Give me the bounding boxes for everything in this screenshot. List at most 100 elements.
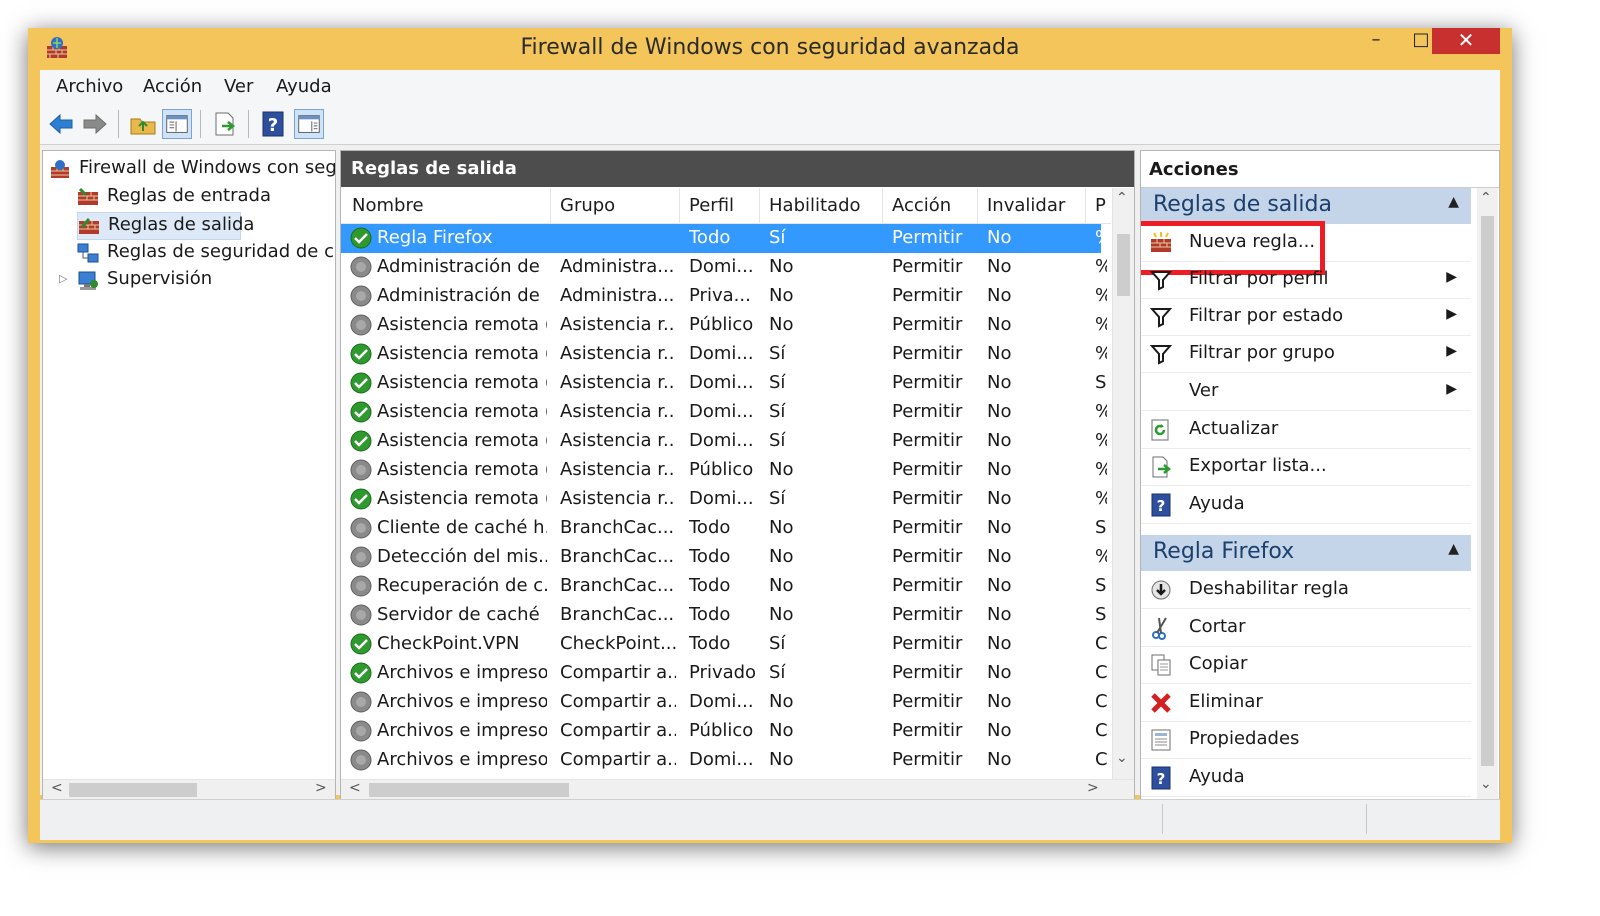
- section-header-reglas-salida[interactable]: Reglas de salida ▲: [1141, 188, 1471, 224]
- action-filtrar-estado[interactable]: Filtrar por estado ▶: [1141, 298, 1471, 336]
- cell-invalidar: No: [987, 343, 1012, 364]
- minimize-button[interactable]: –: [1354, 28, 1398, 54]
- action-ayuda-regla[interactable]: ? Ayuda: [1141, 759, 1471, 797]
- action-label: Filtrar por perfil: [1189, 268, 1329, 289]
- table-row[interactable]: Administración de ... Administra... Domi..…: [341, 253, 1107, 282]
- up-folder-icon[interactable]: [128, 109, 158, 139]
- action-cortar[interactable]: Cortar: [1141, 609, 1471, 647]
- column-divider[interactable]: [977, 188, 978, 223]
- tree-item-reglas-salida[interactable]: Reglas de salida: [77, 212, 254, 240]
- menu-ayuda[interactable]: Ayuda: [276, 76, 332, 97]
- expand-arrow-icon[interactable]: ▷: [59, 272, 67, 285]
- table-row[interactable]: CheckPoint.VPN CheckPoint... Todo Sí Permiti…: [341, 630, 1107, 659]
- title-bar[interactable]: Firewall de Windows con seguridad avanza…: [28, 28, 1512, 70]
- scroll-thumb[interactable]: [1117, 234, 1130, 296]
- menu-archivo[interactable]: Archivo: [56, 76, 123, 97]
- help-icon[interactable]: ?: [258, 109, 288, 139]
- section-header-regla-firefox[interactable]: Regla Firefox ▲: [1141, 535, 1471, 571]
- table-row[interactable]: Asistencia remota (... Asistencia r... Dom…: [341, 427, 1107, 456]
- action-copiar[interactable]: Copiar: [1141, 646, 1471, 684]
- scroll-down-icon[interactable]: ⌄: [1116, 750, 1128, 766]
- column-header-grupo[interactable]: Grupo: [560, 195, 615, 216]
- collapse-caret-icon[interactable]: ▲: [1448, 541, 1459, 557]
- table-row[interactable]: Archivos e impreso... Compartir a... Domi.…: [341, 688, 1107, 717]
- column-header-perfil[interactable]: Perfil: [689, 195, 734, 216]
- table-row[interactable]: Asistencia remota (... Asistencia r... Púb…: [341, 311, 1107, 340]
- show-hide-console-tree-icon[interactable]: [162, 109, 192, 139]
- column-header-habilitado[interactable]: Habilitado: [769, 195, 861, 216]
- table-row[interactable]: Asistencia remota (... Asistencia r... Púb…: [341, 456, 1107, 485]
- table-row[interactable]: Administración de ... Administra... Priva.…: [341, 282, 1107, 311]
- action-eliminar[interactable]: Eliminar: [1141, 684, 1471, 722]
- table-row[interactable]: Archivos e impreso... Compartir a... Domi.…: [341, 746, 1107, 775]
- column-divider[interactable]: [1085, 188, 1086, 223]
- column-header-p[interactable]: P: [1095, 195, 1106, 216]
- tree-item-reglas-seguridad[interactable]: Reglas de seguridad de con: [77, 240, 336, 266]
- tree-horizontal-scrollbar[interactable]: < >: [43, 779, 335, 799]
- table-row[interactable]: Asistencia remota (... Asistencia r... Dom…: [341, 398, 1107, 427]
- cell-grupo: Compartir a...: [560, 662, 676, 683]
- scroll-left-icon[interactable]: <: [51, 780, 63, 796]
- tree-label: Reglas de seguridad de con: [107, 241, 336, 262]
- tree-root-firewall[interactable]: Firewall de Windows con segur: [49, 156, 335, 182]
- column-divider[interactable]: [679, 188, 680, 223]
- scroll-up-icon[interactable]: ⌃: [1480, 190, 1492, 206]
- action-filtrar-perfil[interactable]: Filtrar por perfil ▶: [1141, 261, 1471, 299]
- column-divider[interactable]: [550, 188, 551, 223]
- action-filtrar-grupo[interactable]: Filtrar por grupo ▶: [1141, 335, 1471, 373]
- rules-vertical-scrollbar[interactable]: ⌃ ⌄: [1112, 188, 1134, 779]
- cell-perfil: Domi...: [689, 691, 754, 712]
- cell-habilitado: No: [769, 459, 794, 480]
- scroll-up-icon[interactable]: ⌃: [1116, 190, 1128, 206]
- table-row[interactable]: Recuperación de c... BranchCac... Todo No Pe…: [341, 572, 1106, 601]
- table-row[interactable]: Detección del mis... BranchCac... Todo No Pe…: [341, 543, 1107, 572]
- scroll-thumb[interactable]: [69, 783, 197, 797]
- scroll-left-icon[interactable]: <: [349, 780, 361, 796]
- table-row[interactable]: Servidor de caché ... BranchCac... Todo No P…: [341, 601, 1106, 630]
- scroll-right-icon[interactable]: >: [315, 780, 327, 796]
- action-nueva-regla[interactable]: Nueva regla...: [1141, 221, 1471, 275]
- cell-p: S: [1095, 372, 1107, 393]
- action-actualizar[interactable]: Actualizar: [1141, 411, 1471, 449]
- forward-arrow-icon[interactable]: [80, 109, 110, 139]
- scroll-thumb[interactable]: [1481, 216, 1494, 766]
- show-hide-action-pane-icon[interactable]: [294, 109, 324, 139]
- tree-item-reglas-entrada[interactable]: Reglas de entrada: [77, 184, 277, 210]
- table-row[interactable]: Cliente de caché h... BranchCac... Todo No P…: [341, 514, 1106, 543]
- menu-accion[interactable]: Acción: [143, 76, 202, 97]
- submenu-arrow-icon: ▶: [1446, 306, 1457, 322]
- actions-vertical-scrollbar[interactable]: ⌃ ⌄: [1477, 188, 1498, 799]
- action-exportar-lista[interactable]: Exportar lista...: [1141, 448, 1471, 486]
- table-row[interactable]: Asistencia remota (... Asistencia r... Dom…: [341, 340, 1107, 369]
- column-header-invalidar[interactable]: Invalidar: [987, 195, 1065, 216]
- back-arrow-icon[interactable]: [46, 109, 76, 139]
- menu-ver[interactable]: Ver: [224, 76, 253, 97]
- cell-grupo: Compartir a...: [560, 720, 676, 741]
- tree-item-supervision[interactable]: Supervisión: [77, 267, 277, 293]
- cell-invalidar: No: [987, 749, 1012, 770]
- table-row[interactable]: Archivos e impreso... Compartir a... Priva…: [341, 659, 1107, 688]
- action-deshabilitar-regla[interactable]: Deshabilitar regla: [1141, 571, 1471, 609]
- export-list-icon[interactable]: [210, 109, 240, 139]
- table-row[interactable]: Asistencia remota (... Asistencia r... Dom…: [341, 369, 1106, 398]
- collapse-caret-icon[interactable]: ▲: [1448, 194, 1459, 210]
- table-row[interactable]: Regla Firefox Todo Sí Permitir No%: [341, 224, 1107, 253]
- column-header-nombre[interactable]: Nombre: [352, 195, 424, 216]
- scroll-right-icon[interactable]: >: [1087, 780, 1099, 796]
- scroll-down-icon[interactable]: ⌄: [1480, 776, 1492, 792]
- column-divider[interactable]: [882, 188, 883, 223]
- cell-habilitado: No: [769, 314, 794, 335]
- action-ayuda[interactable]: ? Ayuda: [1141, 486, 1471, 524]
- action-ver[interactable]: Ver ▶: [1141, 373, 1471, 411]
- column-divider[interactable]: [759, 188, 760, 223]
- table-row[interactable]: Asistencia remota (... Asistencia r... Dom…: [341, 485, 1107, 514]
- table-row[interactable]: Archivos e impreso... Compartir a... Públi…: [341, 717, 1107, 746]
- delete-icon: [1151, 693, 1171, 713]
- rules-horizontal-scrollbar[interactable]: < >: [341, 779, 1134, 799]
- svg-text:?: ?: [1157, 497, 1166, 515]
- close-button[interactable]: ✕: [1432, 28, 1500, 54]
- column-header-accion[interactable]: Acción: [892, 195, 951, 216]
- cell-perfil: Domi...: [689, 749, 754, 770]
- action-propiedades[interactable]: Propiedades: [1141, 721, 1471, 759]
- scroll-thumb[interactable]: [369, 783, 569, 797]
